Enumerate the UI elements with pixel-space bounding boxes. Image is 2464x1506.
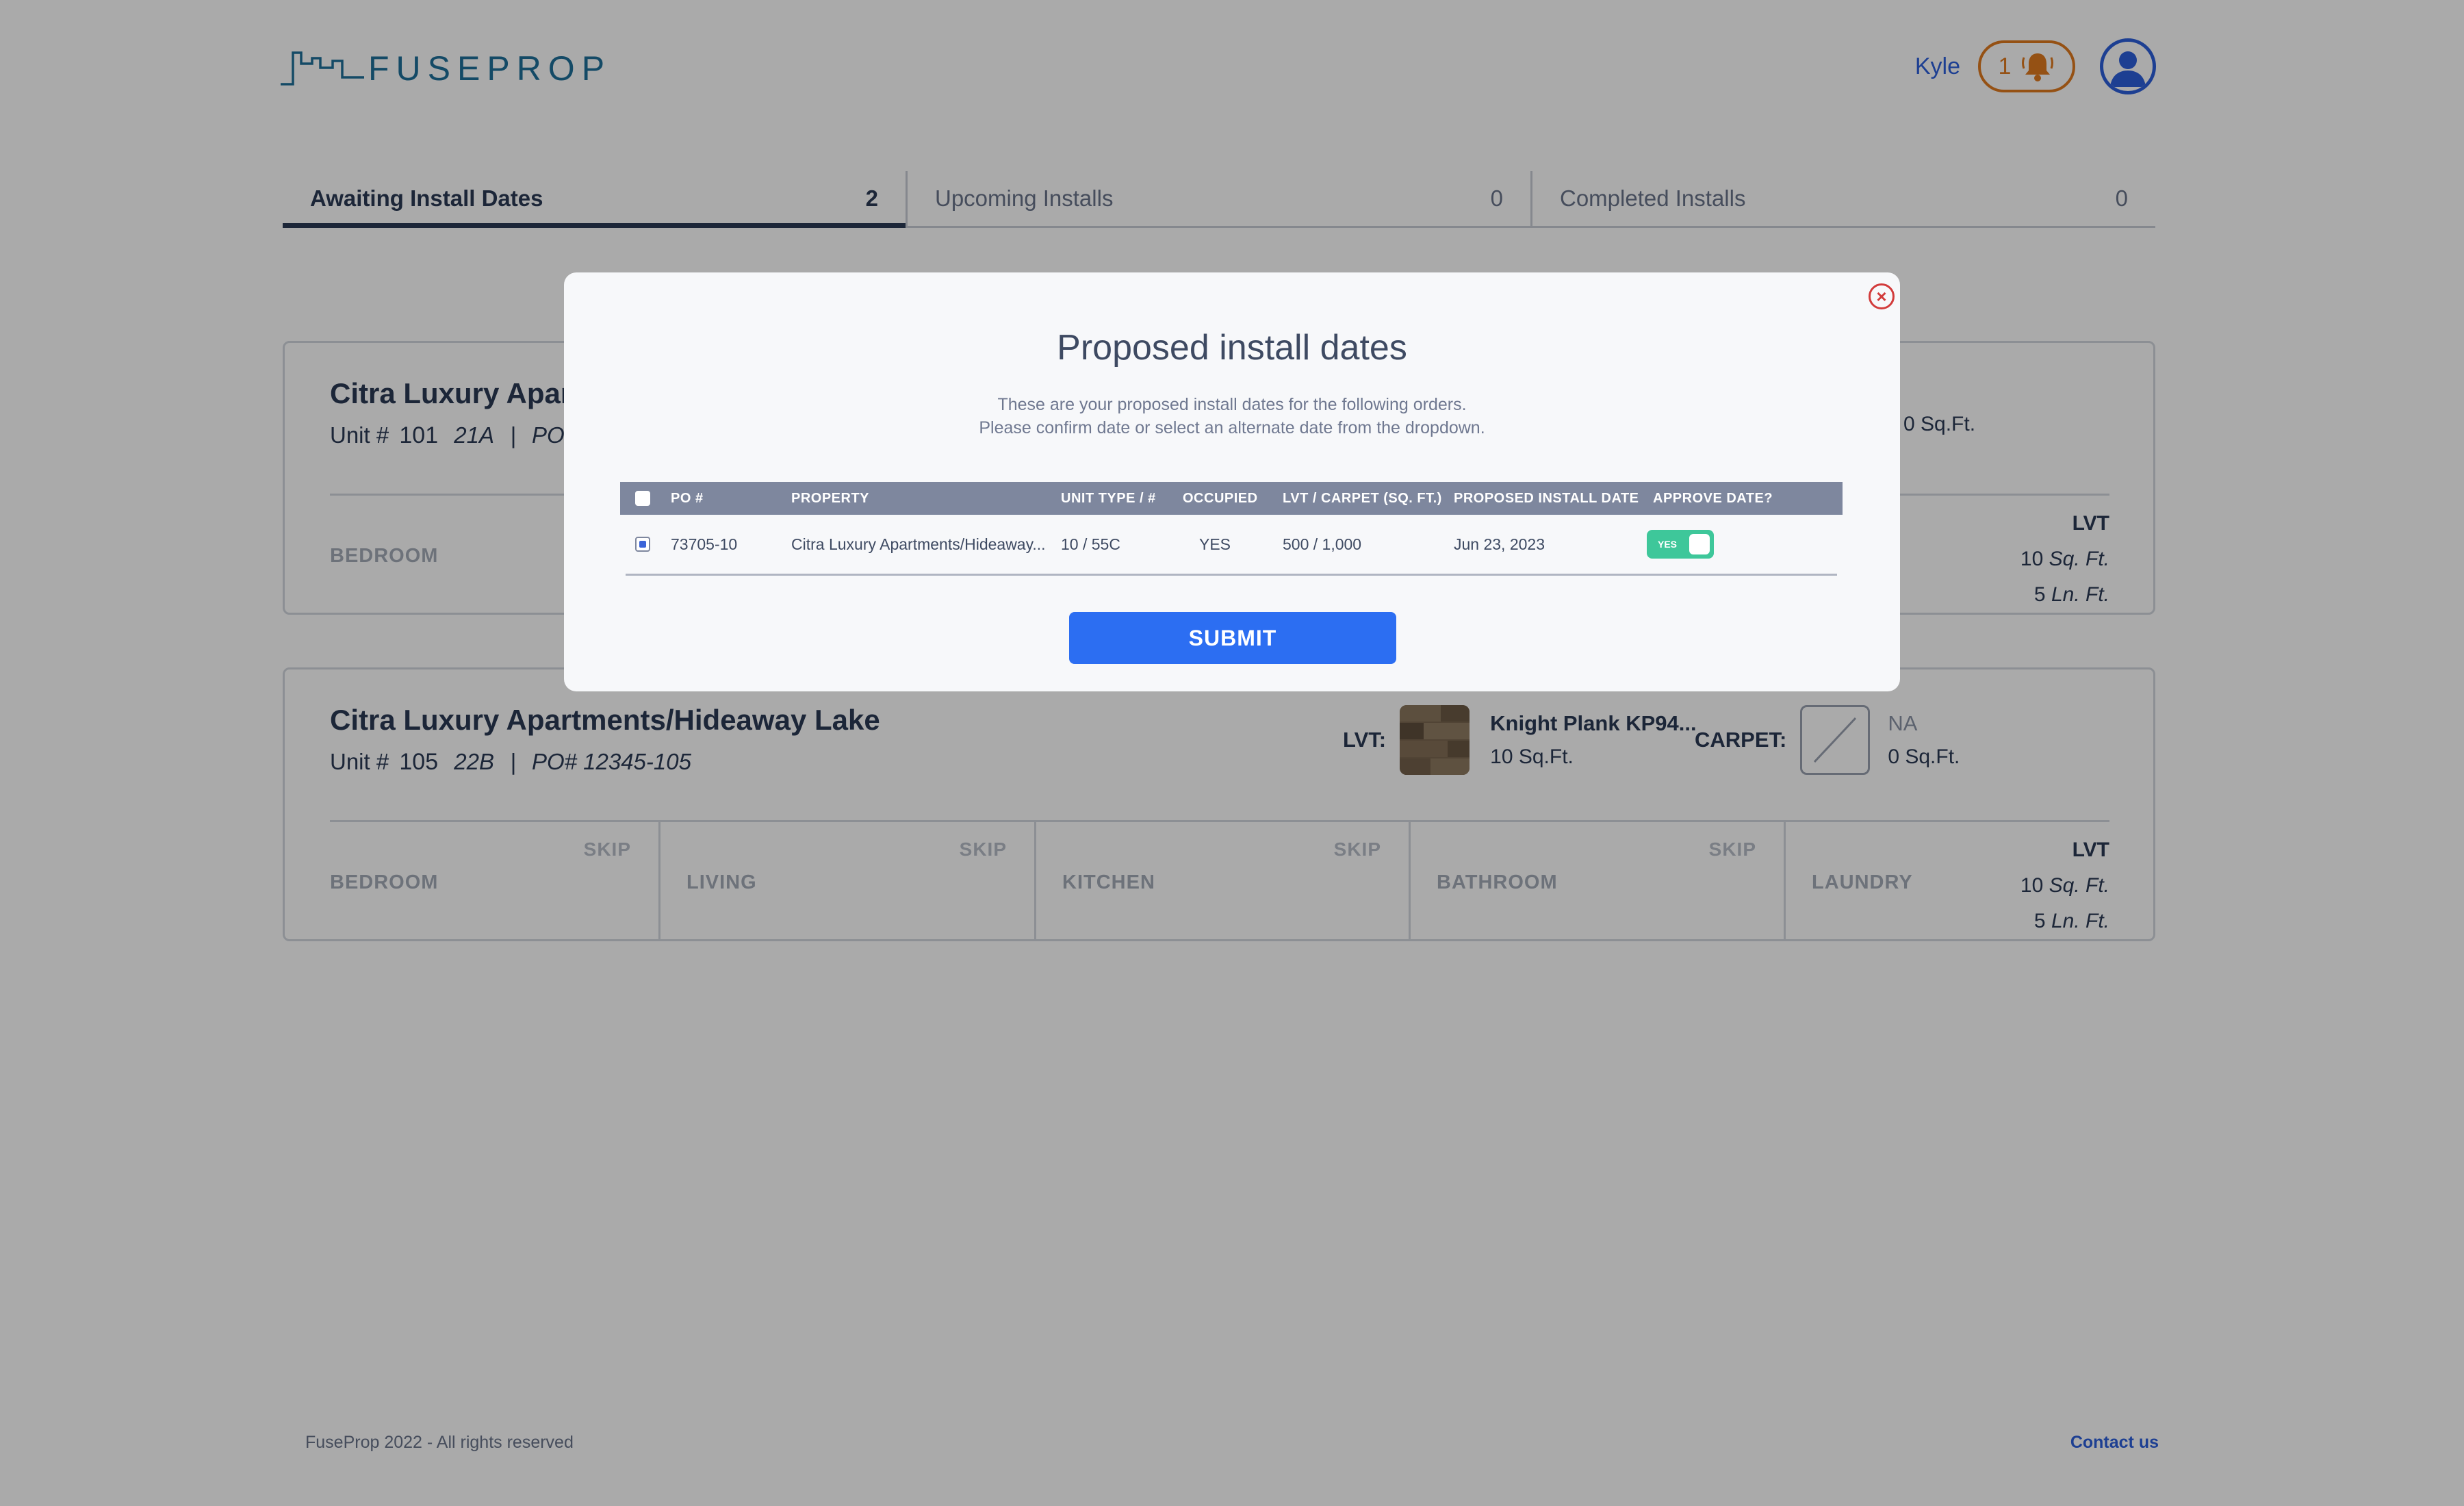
table-row[interactable]: 73705-10 Citra Luxury Apartments/Hideawa… bbox=[626, 515, 1837, 576]
col-occupied: OCCUPIED bbox=[1183, 490, 1258, 506]
description-line: These are your proposed install dates fo… bbox=[997, 395, 1467, 414]
table-header: PO # PROPERTY UNIT TYPE / # OCCUPIED LVT… bbox=[620, 482, 1843, 515]
row-install-date[interactable]: Jun 23, 2023 bbox=[1454, 535, 1545, 554]
row-property: Citra Luxury Apartments/Hideaway... bbox=[791, 535, 1046, 553]
modal-title: Proposed install dates bbox=[1057, 328, 1407, 368]
description-line: Please confirm date or select an alterna… bbox=[979, 418, 1485, 437]
col-po: PO # bbox=[671, 490, 704, 506]
toggle-label: YES bbox=[1658, 539, 1678, 550]
modal-description: These are your proposed install dates fo… bbox=[564, 393, 1900, 439]
select-all-checkbox[interactable] bbox=[635, 491, 650, 506]
modal-backdrop[interactable] bbox=[0, 0, 2464, 1506]
col-install-date: PROPOSED INSTALL DATE bbox=[1454, 490, 1639, 506]
row-po: 73705-10 bbox=[671, 535, 738, 553]
approve-toggle[interactable]: YES bbox=[1647, 530, 1714, 559]
close-icon[interactable]: × bbox=[1869, 283, 1895, 309]
row-lvt-carpet: 500 / 1,000 bbox=[1283, 535, 1362, 553]
submit-button[interactable]: SUBMIT bbox=[1069, 612, 1396, 664]
row-occupied: YES bbox=[1199, 535, 1231, 553]
col-unit: UNIT TYPE / # bbox=[1061, 490, 1156, 506]
col-approve: APPROVE DATE? bbox=[1653, 490, 1773, 506]
col-property: PROPERTY bbox=[791, 490, 870, 506]
orders-table: PO # PROPERTY UNIT TYPE / # OCCUPIED LVT… bbox=[620, 482, 1843, 576]
col-lvt-carpet: LVT / CARPET (SQ. FT.) bbox=[1283, 490, 1442, 506]
proposed-install-dates-modal: × Proposed install dates These are your … bbox=[564, 272, 1900, 691]
row-unit: 10 / 55C bbox=[1061, 535, 1120, 553]
toggle-knob bbox=[1689, 534, 1710, 554]
row-checkbox[interactable] bbox=[635, 537, 650, 552]
